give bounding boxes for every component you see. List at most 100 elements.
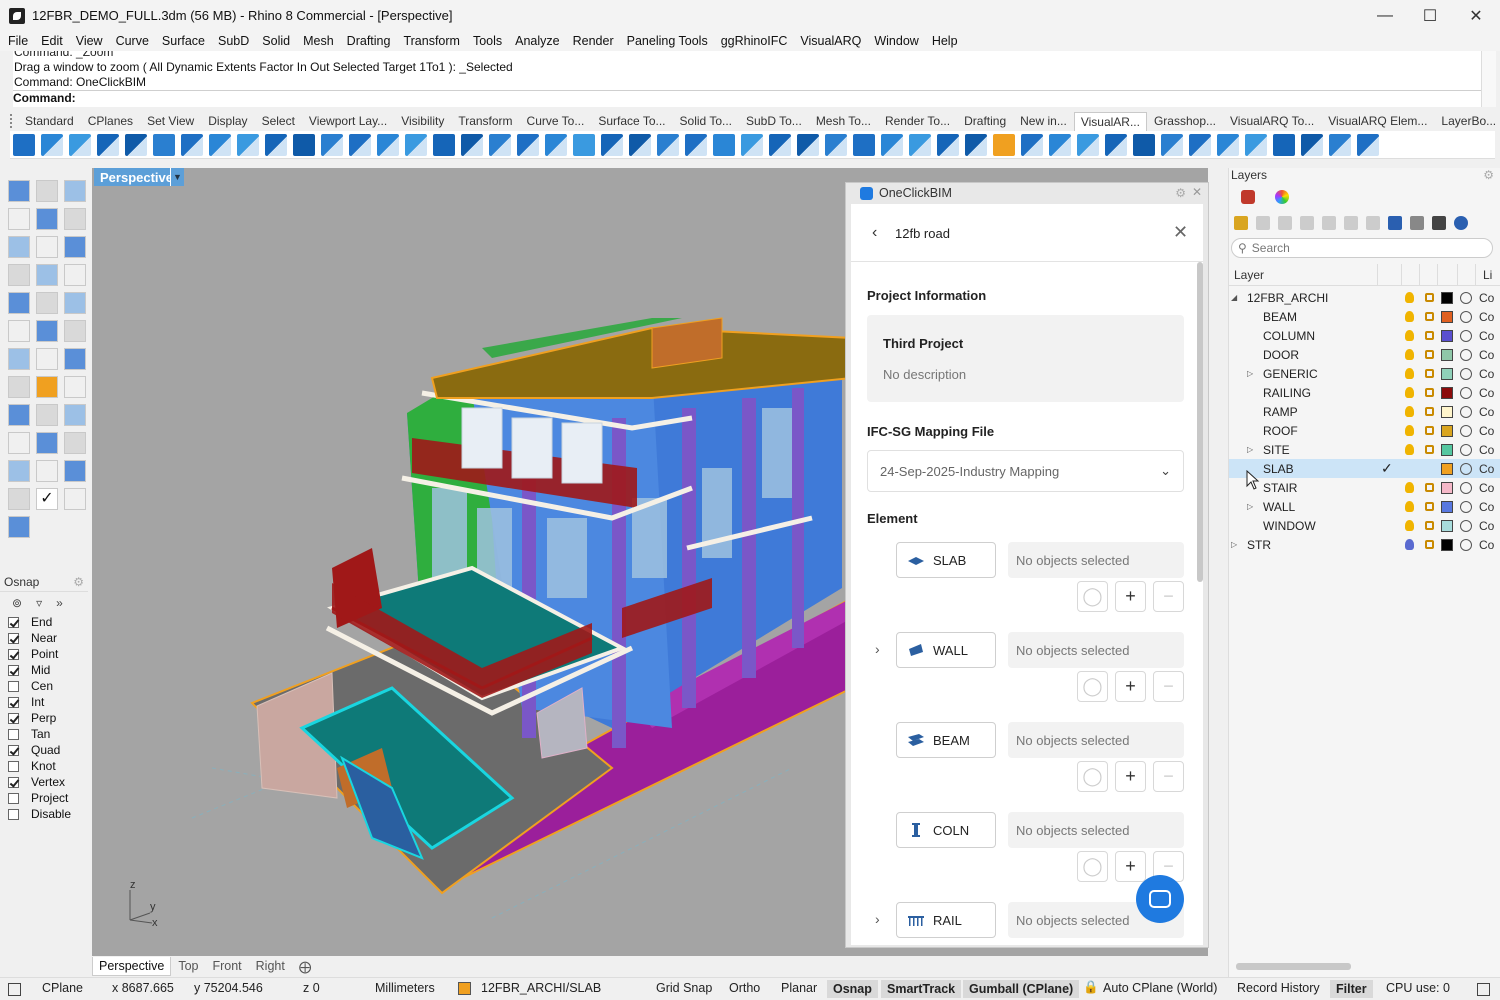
explode-icon[interactable]: [1357, 133, 1379, 156]
panel-scrollbar[interactable]: [1197, 262, 1203, 582]
fence-icon[interactable]: [377, 133, 399, 156]
door-tool-icon[interactable]: [237, 133, 259, 156]
lock-icon[interactable]: [1425, 369, 1434, 378]
layer-row-ramp[interactable]: RAMP Co: [1229, 402, 1500, 421]
menu-ggrhinoifc[interactable]: ggRhinoIFC: [721, 34, 788, 48]
surface-icon[interactable]: [36, 264, 58, 286]
cube-icon[interactable]: [993, 133, 1015, 156]
sphere-icon[interactable]: [36, 292, 58, 314]
space-tool-icon[interactable]: [405, 133, 427, 156]
cylinder-icon[interactable]: [64, 292, 86, 314]
polyline-icon[interactable]: [64, 180, 86, 202]
expand-chevron-icon[interactable]: ›: [875, 641, 880, 657]
menu-solid[interactable]: Solid: [262, 34, 290, 48]
menu-view[interactable]: View: [76, 34, 103, 48]
site-icon[interactable]: [1077, 133, 1099, 156]
new-sublayer-icon[interactable]: [1256, 216, 1270, 230]
free-curve-icon[interactable]: [8, 264, 30, 286]
current-layer-check-icon[interactable]: ✓: [1381, 460, 1393, 477]
layer-color-swatch[interactable]: [1441, 405, 1453, 418]
command-input[interactable]: Command:: [13, 90, 1481, 106]
history-icon[interactable]: [8, 488, 30, 510]
join-icon[interactable]: [8, 376, 30, 398]
layer-color-swatch[interactable]: [1441, 310, 1453, 323]
filter-toggle[interactable]: Filter: [1330, 980, 1373, 998]
plane-icon[interactable]: [8, 320, 30, 342]
light-icon[interactable]: [1273, 133, 1295, 156]
viewport-title[interactable]: Perspective: [94, 168, 179, 186]
layer-row-railing[interactable]: RAILING Co: [1229, 383, 1500, 402]
expand-triangle-icon[interactable]: ▷: [1247, 445, 1253, 454]
tab-set-view[interactable]: Set View: [140, 114, 201, 128]
element-button-slab[interactable]: SLAB: [896, 542, 996, 578]
add-button[interactable]: +: [1115, 671, 1146, 702]
text-icon[interactable]: [8, 404, 30, 426]
section-tool-icon[interactable]: [433, 133, 455, 156]
plan-view-icon[interactable]: [489, 133, 511, 156]
osnap-item[interactable]: Disable: [0, 806, 88, 822]
osnap-item[interactable]: End: [0, 614, 88, 630]
lock-icon[interactable]: [1425, 388, 1434, 397]
layers-tab-icon[interactable]: [1241, 190, 1255, 204]
menu-paneling-tools[interactable]: Paneling Tools: [627, 34, 708, 48]
new-layer-icon[interactable]: [1234, 216, 1248, 230]
layer-name[interactable]: BEAM: [1263, 310, 1297, 324]
gear-icon[interactable]: ⚙: [73, 575, 84, 589]
revolve-icon[interactable]: [64, 264, 86, 286]
elevation-icon[interactable]: [517, 133, 539, 156]
annotation-icon[interactable]: [629, 133, 651, 156]
material-icon[interactable]: [1460, 405, 1472, 418]
lightbulb-icon[interactable]: [1405, 330, 1414, 341]
close-window-button[interactable]: ✕: [1453, 0, 1499, 31]
status-current-layer[interactable]: 12FBR_ARCHI/SLAB: [481, 981, 601, 995]
element-button-beam[interactable]: BEAM: [896, 722, 996, 758]
help-icon[interactable]: [1454, 216, 1468, 230]
layer-color-swatch[interactable]: [1441, 481, 1453, 494]
move-icon[interactable]: [8, 348, 30, 370]
tab-surface-tools[interactable]: Surface To...: [591, 114, 672, 128]
select-icon[interactable]: [1301, 133, 1323, 156]
material-icon[interactable]: [1460, 519, 1472, 532]
lightbulb-icon[interactable]: [1405, 387, 1414, 398]
lightbulb-icon[interactable]: [1405, 292, 1414, 303]
osnap-toggle[interactable]: Osnap: [827, 980, 878, 998]
layer-row-wall[interactable]: ▷ WALL Co: [1229, 497, 1500, 516]
lock-icon[interactable]: [1425, 350, 1434, 359]
layer-row-generic[interactable]: ▷ GENERIC Co: [1229, 364, 1500, 383]
layer-row-column[interactable]: COLUMN Co: [1229, 326, 1500, 345]
beam-tool-icon[interactable]: [69, 133, 91, 156]
lightbulb-icon[interactable]: [1405, 406, 1414, 417]
annotate-icon[interactable]: [36, 432, 58, 454]
lightbulb-icon[interactable]: ◯: [1077, 671, 1108, 702]
layer-name[interactable]: GENERIC: [1263, 367, 1318, 381]
material-icon[interactable]: [1460, 386, 1472, 399]
wall-tool-icon[interactable]: [13, 133, 35, 156]
block-icon[interactable]: [36, 460, 58, 482]
panel-toggle-icon[interactable]: [8, 983, 21, 996]
lock-icon[interactable]: [1425, 502, 1434, 511]
layer-color-swatch[interactable]: [1441, 367, 1453, 380]
layer-color-swatch[interactable]: [1441, 500, 1453, 513]
dimension-icon[interactable]: [8, 432, 30, 454]
tab-drafting[interactable]: Drafting: [957, 114, 1013, 128]
lock-icon[interactable]: [1425, 407, 1434, 416]
circle-icon[interactable]: [36, 208, 58, 230]
boolean-icon[interactable]: [64, 320, 86, 342]
box-icon[interactable]: [8, 292, 30, 314]
layout-icon[interactable]: [825, 133, 847, 156]
element-button-column[interactable]: COLN: [896, 812, 996, 848]
camera-icon[interactable]: [1245, 133, 1267, 156]
layer-name[interactable]: STR: [1247, 538, 1271, 552]
layer-color-swatch[interactable]: [1441, 443, 1453, 456]
back-chevron-icon[interactable]: ‹: [872, 224, 877, 242]
menu-edit[interactable]: Edit: [41, 34, 63, 48]
osnap-item[interactable]: Quad: [0, 742, 88, 758]
view-icon[interactable]: [1189, 133, 1211, 156]
grid-tool-icon[interactable]: [601, 133, 623, 156]
osnap-item[interactable]: Mid: [0, 662, 88, 678]
material-icon[interactable]: [1460, 329, 1472, 342]
curve-icon[interactable]: [8, 208, 30, 230]
expand-triangle-icon[interactable]: ▷: [1247, 369, 1253, 378]
lock-icon[interactable]: [1425, 331, 1434, 340]
gear-icon[interactable]: ⚙: [1175, 186, 1186, 200]
